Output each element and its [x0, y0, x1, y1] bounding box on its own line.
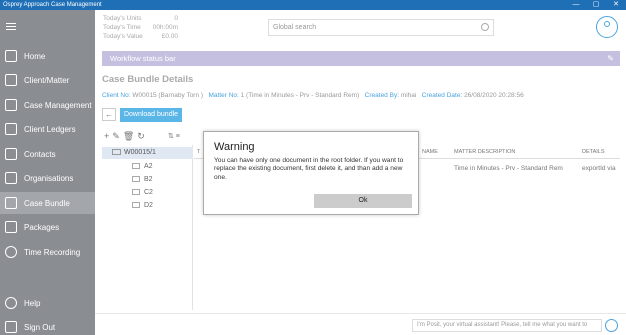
case-management-icon — [5, 99, 17, 111]
tree-root-folder[interactable]: W00015/1 — [102, 147, 193, 159]
workflow-status-bar[interactable]: Workflow status bar ✎ — [102, 51, 620, 66]
created-by-label: Created By: — [364, 92, 399, 99]
send-icon[interactable] — [605, 319, 618, 332]
client-no-value: W00015 (Barnaby Torn ) — [132, 92, 204, 99]
delete-icon[interactable]: 🗑 — [123, 131, 134, 142]
case-info-line: Client No: W00015 (Barnaby Torn ) Matter… — [102, 92, 524, 99]
global-search-input[interactable]: Global search — [268, 19, 494, 36]
value-value: £0.00 — [161, 33, 178, 40]
tree-folder-c2[interactable]: C2 — [132, 189, 153, 196]
today-stats: Today's Units 0 Today's Time 00h:00m Today… — [103, 14, 178, 41]
client-matter-icon — [5, 74, 17, 86]
column-header[interactable]: MATTER DESCRIPTION — [454, 149, 515, 155]
column-header[interactable]: T — [197, 149, 200, 155]
home-icon — [5, 50, 17, 62]
tree-toolbar: + ✎ 🗑 ↻ — [104, 131, 145, 142]
sidebar-item-client-matter[interactable]: Client/Matter — [0, 69, 95, 91]
tree-folder-b2[interactable]: B2 — [132, 176, 153, 183]
sidebar-item-home[interactable]: Home — [0, 45, 95, 67]
assistant-bar: I'm Posit, your virtual assistant! Pleas… — [95, 313, 626, 335]
sidebar-item-sign-out[interactable]: Sign Out — [0, 316, 95, 335]
folder-icon — [132, 176, 140, 183]
time-value: 00h:00m — [152, 24, 178, 31]
help-icon — [5, 297, 17, 309]
tree-item-label: D2 — [144, 202, 153, 209]
user-avatar-icon[interactable] — [596, 16, 618, 38]
search-placeholder: Global search — [273, 24, 317, 31]
column-header[interactable]: NAME — [422, 149, 438, 155]
ledger-icon — [5, 123, 17, 135]
maximize-button[interactable]: ▢ — [586, 0, 606, 10]
sidebar: Home Client/Matter Case Management Clien… — [0, 10, 95, 335]
organisations-icon — [5, 172, 17, 184]
tree-item-label: A2 — [144, 163, 153, 170]
case-bundle-icon — [5, 197, 17, 209]
folder-icon — [132, 189, 140, 196]
close-window-button[interactable]: ✕ — [606, 0, 626, 10]
tree-item-label: C2 — [144, 189, 153, 196]
packages-icon — [5, 221, 17, 233]
details-cell: exportId via — [582, 165, 616, 172]
assistant-placeholder: I'm Posit, your virtual assistant! Pleas… — [417, 322, 588, 328]
client-no-label: Client No: — [102, 92, 131, 99]
sign-out-icon — [5, 321, 17, 333]
matter-no-label: Matter No: — [208, 92, 239, 99]
tree-item-label: B2 — [144, 176, 153, 183]
dialog-title: Warning — [214, 141, 255, 153]
edit-icon[interactable]: ✎ — [112, 131, 120, 142]
sidebar-item-case-bundle[interactable]: Case Bundle — [0, 192, 95, 214]
window-titlebar: Osprey Approach Case Management — ▢ ✕ — [0, 0, 626, 10]
column-header[interactable]: DETAILS — [582, 149, 605, 155]
contacts-icon — [5, 148, 17, 160]
units-value: 0 — [174, 15, 178, 22]
page-title: Case Bundle Details — [102, 74, 194, 85]
add-icon[interactable]: + — [104, 131, 109, 142]
sidebar-item-case-management[interactable]: Case Management — [0, 94, 95, 116]
units-label: Today's Units — [103, 15, 142, 22]
tree-folder-a2[interactable]: A2 — [132, 163, 153, 170]
sort-icon[interactable]: ⇅ ≡ — [168, 132, 180, 140]
tree-folder-d2[interactable]: D2 — [132, 202, 153, 209]
dialog-message: You can have only one document in the ro… — [214, 157, 404, 181]
refresh-icon[interactable]: ↻ — [137, 131, 145, 142]
folder-icon — [132, 163, 140, 170]
folder-icon — [132, 202, 140, 209]
download-bundle-button[interactable]: Download bundle — [120, 108, 182, 122]
search-icon[interactable] — [481, 23, 489, 31]
created-date-value: 26/08/2020 20:28:56 — [464, 92, 524, 99]
hamburger-menu-icon[interactable] — [6, 23, 16, 32]
workflow-label: Workflow status bar — [110, 54, 176, 63]
ok-button[interactable]: Ok — [314, 194, 412, 208]
time-label: Today's Time — [103, 24, 141, 31]
created-date-label: Created Date: — [421, 92, 463, 99]
sidebar-item-organisations[interactable]: Organisations — [0, 167, 95, 189]
folder-tree: W00015/1 A2 B2 C2 D2 — [102, 145, 193, 310]
back-button[interactable]: ← — [102, 108, 116, 121]
sidebar-item-time-recording[interactable]: Time Recording — [0, 241, 95, 263]
sidebar-item-contacts[interactable]: Contacts — [0, 143, 95, 165]
created-by-value: mihai — [400, 92, 417, 99]
assistant-input[interactable]: I'm Posit, your virtual assistant! Pleas… — [412, 319, 602, 332]
folder-icon — [112, 149, 121, 156]
matter-no-value: 1 (Time in Minutes - Prv - Standard Rem) — [240, 92, 360, 99]
window-title: Osprey Approach Case Management — [3, 2, 102, 8]
value-label: Today's Value — [103, 33, 143, 40]
matter-description-cell: Time in Minutes - Prv - Standard Rem — [454, 165, 563, 172]
tree-root-label: W00015/1 — [124, 149, 156, 156]
sidebar-item-client-ledgers[interactable]: Client Ledgers — [0, 118, 95, 140]
clock-icon — [5, 246, 17, 258]
sidebar-item-packages[interactable]: Packages — [0, 216, 95, 238]
sidebar-item-help[interactable]: Help — [0, 292, 95, 314]
top-bar: Today's Units 0 Today's Time 00h:00m Today… — [95, 10, 626, 47]
warning-dialog: Warning You can have only one document i… — [203, 131, 419, 215]
edit-icon[interactable]: ✎ — [607, 54, 614, 63]
minimize-button[interactable]: — — [566, 0, 586, 10]
